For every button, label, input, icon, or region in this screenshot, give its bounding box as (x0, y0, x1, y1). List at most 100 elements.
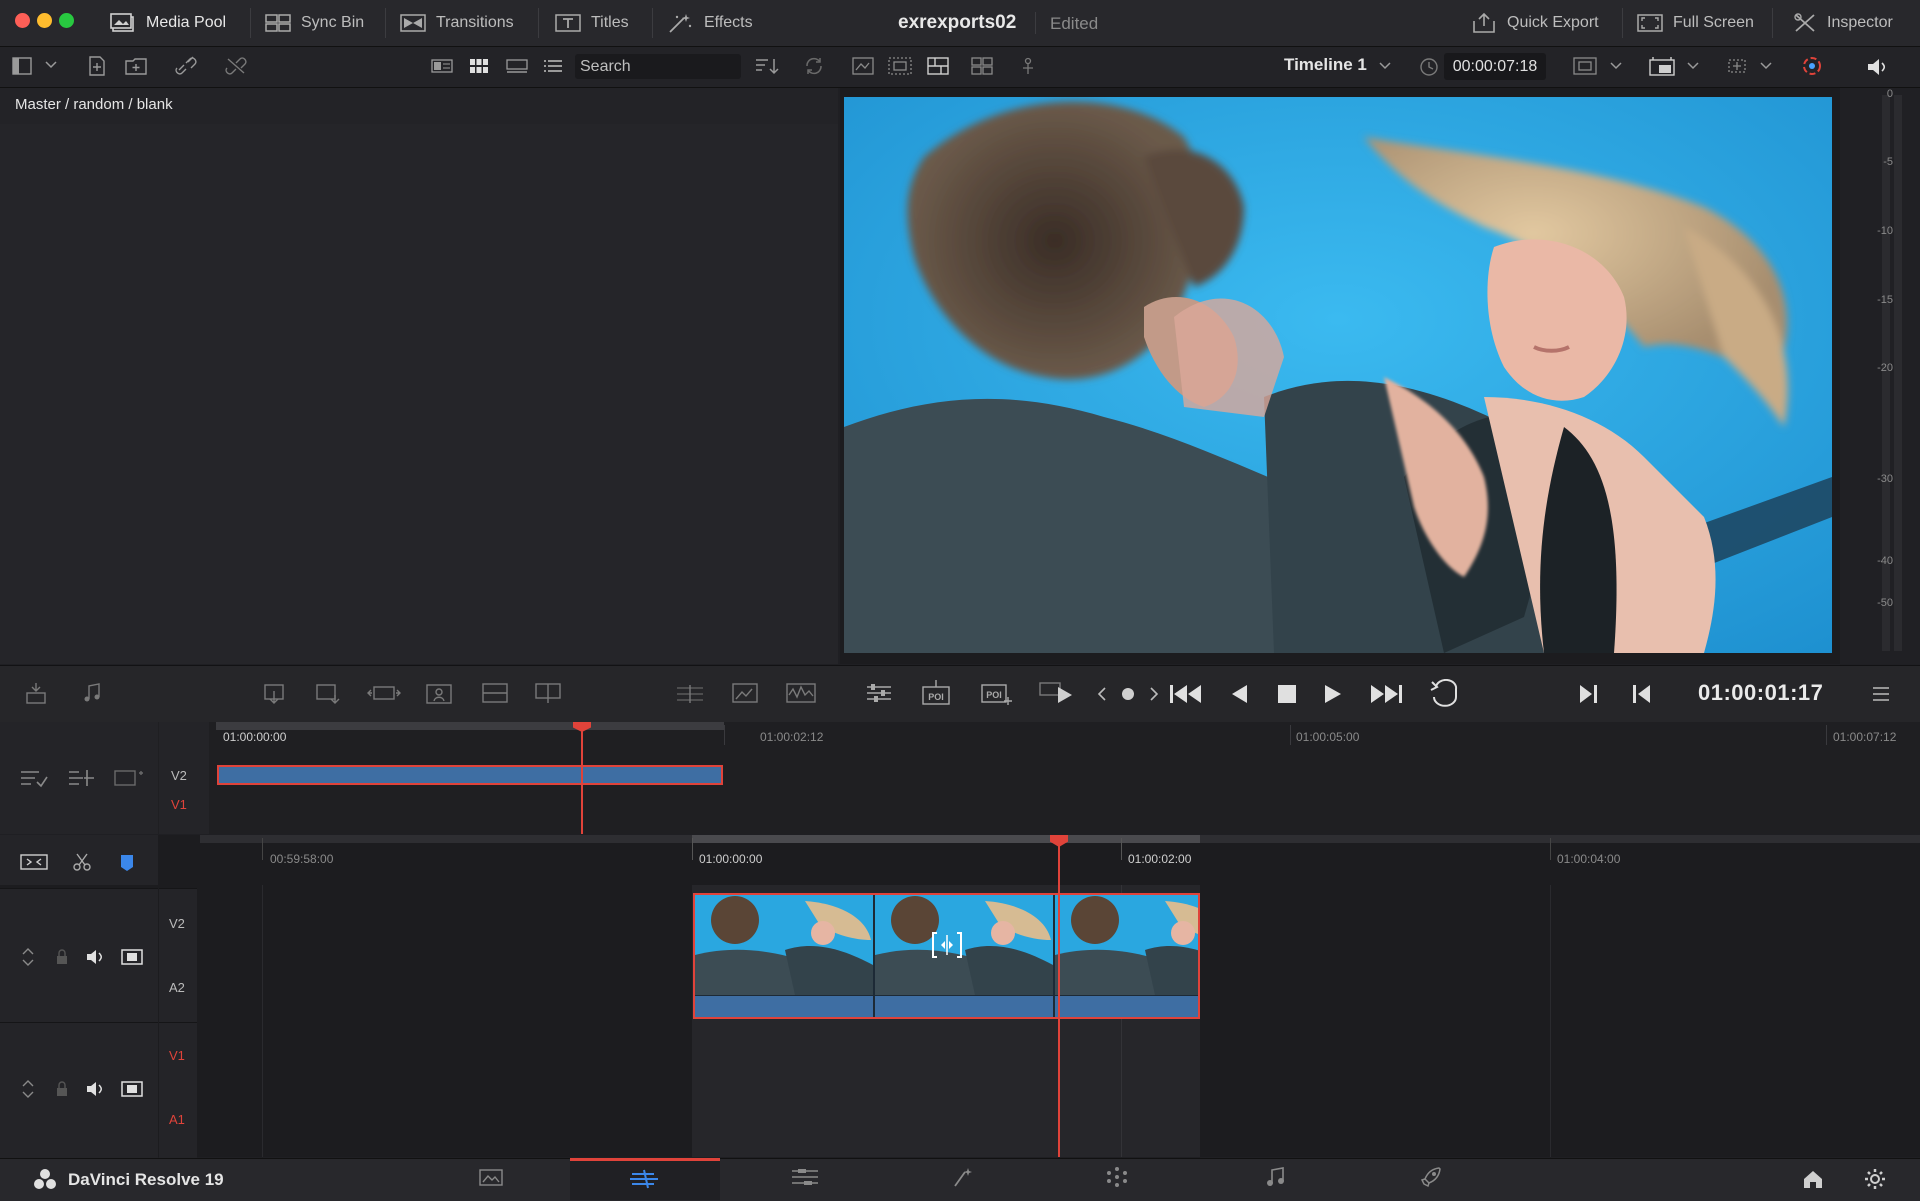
full-screen-button[interactable]: Full Screen (1637, 0, 1754, 46)
poi-icon[interactable]: POI (920, 679, 952, 707)
close-window-button[interactable] (15, 13, 30, 28)
linked-clips-icon[interactable] (112, 766, 146, 790)
image-wipe-icon[interactable] (852, 55, 874, 77)
poi-add-icon[interactable]: POI (978, 679, 1014, 707)
film-icon[interactable] (120, 1078, 144, 1100)
viewer-layout-icon[interactable] (926, 55, 950, 77)
track-select-icon[interactable] (18, 766, 50, 790)
metadata-view-icon[interactable] (430, 57, 454, 75)
bypass-icon[interactable] (1018, 55, 1038, 77)
fairlight-page-tab[interactable] (1200, 1158, 1350, 1200)
snap-icon[interactable] (66, 766, 98, 790)
loop-icon[interactable] (1426, 678, 1464, 708)
quick-export-button[interactable]: Quick Export (1471, 0, 1599, 46)
effects-button[interactable]: Effects (668, 0, 753, 46)
full-extent-icon[interactable] (728, 680, 762, 706)
unlink-icon[interactable] (224, 55, 248, 77)
scissors-icon[interactable] (70, 850, 94, 874)
waveform-icon[interactable] (784, 680, 818, 706)
mark-in-icon[interactable] (1628, 680, 1656, 708)
track-label-v1: V1 (171, 797, 187, 812)
new-bin-icon[interactable] (124, 55, 148, 77)
chevron-down-icon[interactable] (1759, 60, 1773, 72)
stop-icon[interactable] (1274, 680, 1300, 708)
chevron-down-icon[interactable] (44, 58, 58, 72)
import-media-icon[interactable] (86, 55, 108, 77)
inspector-button[interactable]: Inspector (1793, 0, 1893, 46)
fusion-page-tab[interactable] (888, 1158, 1038, 1200)
titles-button[interactable]: Titles (555, 0, 629, 46)
home-icon[interactable] (1800, 1166, 1826, 1192)
cut-page-tab[interactable] (570, 1158, 720, 1200)
maximize-window-button[interactable] (59, 13, 74, 28)
edit-page-tab[interactable] (730, 1158, 880, 1200)
color-page-tab[interactable] (1042, 1158, 1192, 1200)
deliver-page-tab[interactable] (1356, 1158, 1506, 1200)
go-to-start-icon[interactable] (1166, 680, 1206, 708)
clip-view-icon[interactable] (18, 850, 50, 874)
close-up-icon[interactable] (422, 678, 456, 708)
play-icon[interactable] (1320, 680, 1346, 708)
media-pool-area[interactable] (0, 124, 838, 664)
media-page-tab[interactable] (416, 1158, 566, 1200)
film-icon[interactable] (120, 946, 144, 968)
playback-resolution-icon[interactable] (1648, 55, 1676, 77)
transitions-button[interactable]: Transitions (400, 0, 514, 46)
breadcrumb[interactable]: Master / random / blank (15, 96, 173, 113)
transform-icon[interactable] (1724, 55, 1750, 77)
append-icon[interactable] (312, 680, 344, 706)
volume-icon[interactable] (1865, 56, 1891, 78)
play-reverse-icon[interactable] (1226, 680, 1252, 708)
relink-icon[interactable] (174, 55, 198, 77)
upper-playhead[interactable] (581, 725, 583, 834)
previous-frame-icon[interactable] (1092, 684, 1112, 704)
media-pool-button[interactable]: Media Pool (110, 0, 226, 46)
divider (385, 8, 386, 38)
smart-insert-icon[interactable] (258, 680, 290, 706)
timeline-duration: 00:00:07:18 (1444, 53, 1546, 80)
place-on-top-icon[interactable] (480, 680, 510, 706)
lock-icon[interactable] (54, 1080, 70, 1098)
next-frame-icon[interactable] (1144, 684, 1164, 704)
color-scope-icon[interactable] (1800, 54, 1824, 78)
list-view-icon[interactable] (542, 56, 564, 76)
track-height-icon[interactable] (18, 946, 38, 968)
minimize-window-button[interactable] (37, 13, 52, 28)
chevron-down-icon[interactable] (1609, 60, 1623, 72)
search-input[interactable]: Search (575, 54, 741, 79)
safe-area-icon[interactable] (888, 55, 912, 77)
chevron-down-icon[interactable] (1686, 60, 1700, 72)
sync-bin-button[interactable]: Sync Bin (265, 0, 364, 46)
go-to-end-icon[interactable] (1366, 680, 1406, 708)
ripple-overwrite-icon[interactable] (366, 680, 402, 706)
sidebar-toggle-icon[interactable] (12, 56, 32, 76)
track-height-icon[interactable] (18, 1078, 38, 1100)
flag-marker-icon[interactable] (118, 852, 136, 874)
record-dot-icon[interactable] (1118, 684, 1138, 704)
sort-icon[interactable] (754, 55, 780, 77)
mark-out-icon[interactable] (1574, 680, 1602, 708)
lock-icon[interactable] (54, 948, 70, 966)
thumbnail-view-icon[interactable] (468, 56, 490, 76)
lower-playhead[interactable] (1058, 840, 1060, 1157)
timeline-selector[interactable]: Timeline 1 (1284, 55, 1367, 75)
filmstrip-view-icon[interactable] (505, 56, 529, 76)
zoom-fit-icon[interactable] (1572, 55, 1598, 77)
chevron-down-icon[interactable] (1378, 60, 1392, 72)
meter-label: -40 (1877, 555, 1893, 567)
import-timeline-icon[interactable] (22, 680, 50, 706)
audio-import-icon[interactable] (78, 680, 106, 706)
source-overwrite-icon[interactable] (532, 680, 564, 706)
upper-timeline-clip[interactable] (217, 765, 723, 785)
blade-edit-icon[interactable] (674, 682, 706, 706)
speaker-icon[interactable] (84, 946, 108, 968)
speaker-icon[interactable] (84, 1078, 108, 1100)
play-around-icon[interactable] (1038, 679, 1076, 707)
menu-icon[interactable] (1868, 683, 1894, 705)
dual-viewer-icon[interactable] (970, 55, 994, 77)
refresh-icon[interactable] (802, 55, 826, 77)
video-viewer[interactable] (844, 97, 1832, 653)
settings-gear-icon[interactable] (1862, 1166, 1888, 1192)
current-timecode[interactable]: 01:00:01:17 (1698, 680, 1823, 706)
sliders-icon[interactable] (864, 681, 894, 705)
